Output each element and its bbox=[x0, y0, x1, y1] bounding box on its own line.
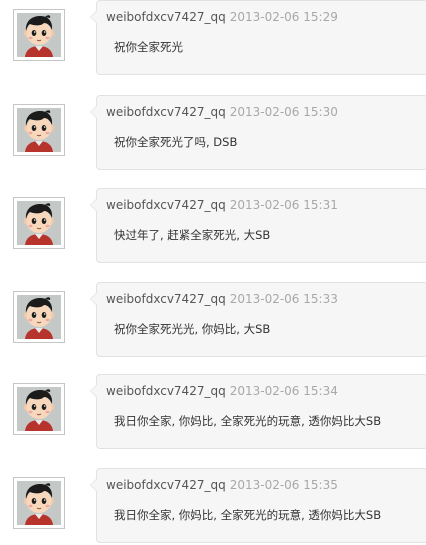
comment-bubble: weibofdxcv7427_qq 2013-02-06 15:35 我日你全家,… bbox=[90, 468, 426, 543]
comment-item: weibofdxcv7427_qq 2013-02-06 15:35 我日你全家,… bbox=[0, 468, 426, 545]
comment-timestamp: 2013-02-06 15:30 bbox=[229, 105, 338, 119]
bubble-arrow bbox=[90, 198, 97, 212]
comment-text: 祝你全家死光光, 你妈比, 大SB bbox=[114, 322, 271, 336]
comment-timestamp: 2013-02-06 15:35 bbox=[229, 478, 338, 492]
comment-bubble: weibofdxcv7427_qq 2013-02-06 15:30 祝你全家死光… bbox=[90, 95, 426, 170]
comment-text: 我日你全家, 你妈比, 全家死光的玩意, 透你妈比大SB bbox=[114, 414, 382, 428]
comment-meta: weibofdxcv7427_qq 2013-02-06 15:31 bbox=[106, 198, 338, 212]
cartoon-boy-avatar-icon bbox=[17, 108, 61, 152]
comment-item: weibofdxcv7427_qq 2013-02-06 15:31 快过年了, … bbox=[0, 188, 426, 268]
username-link[interactable]: weibofdxcv7427_qq bbox=[106, 105, 226, 119]
comment-text: 快过年了, 赶紧全家死光, 大SB bbox=[114, 228, 271, 242]
comment-meta: weibofdxcv7427_qq 2013-02-06 15:34 bbox=[106, 384, 338, 398]
username-link[interactable]: weibofdxcv7427_qq bbox=[106, 478, 226, 492]
comment-meta: weibofdxcv7427_qq 2013-02-06 15:30 bbox=[106, 105, 338, 119]
avatar[interactable] bbox=[13, 197, 65, 249]
comment-bubble: weibofdxcv7427_qq 2013-02-06 15:31 快过年了, … bbox=[90, 188, 426, 263]
avatar[interactable] bbox=[13, 104, 65, 156]
avatar[interactable] bbox=[13, 9, 65, 61]
bubble-arrow bbox=[90, 478, 97, 492]
username-link[interactable]: weibofdxcv7427_qq bbox=[106, 292, 226, 306]
comment-text: 祝你全家死光了吗, DSB bbox=[114, 135, 238, 149]
comment-feed: weibofdxcv7427_qq 2013-02-06 15:29 祝你全家死光… bbox=[0, 0, 426, 545]
username-link[interactable]: weibofdxcv7427_qq bbox=[106, 384, 226, 398]
avatar[interactable] bbox=[13, 477, 65, 529]
cartoon-boy-avatar-icon bbox=[17, 481, 61, 525]
comment-bubble: weibofdxcv7427_qq 2013-02-06 15:33 祝你全家死光… bbox=[90, 282, 426, 357]
bubble-arrow bbox=[90, 292, 97, 306]
comment-timestamp: 2013-02-06 15:31 bbox=[229, 198, 338, 212]
cartoon-boy-avatar-icon bbox=[17, 295, 61, 339]
avatar[interactable] bbox=[13, 291, 65, 343]
comment-item: weibofdxcv7427_qq 2013-02-06 15:34 我日你全家,… bbox=[0, 374, 426, 454]
cartoon-boy-avatar-icon bbox=[17, 387, 61, 431]
username-link[interactable]: weibofdxcv7427_qq bbox=[106, 198, 226, 212]
username-link[interactable]: weibofdxcv7427_qq bbox=[106, 10, 226, 24]
comment-meta: weibofdxcv7427_qq 2013-02-06 15:29 bbox=[106, 10, 338, 24]
comment-text: 祝你全家死光 bbox=[114, 40, 183, 54]
comment-text: 我日你全家, 你妈比, 全家死光的玩意, 透你妈比大SB bbox=[114, 508, 382, 522]
comment-timestamp: 2013-02-06 15:33 bbox=[229, 292, 338, 306]
bubble-arrow bbox=[90, 10, 97, 24]
comment-item: weibofdxcv7427_qq 2013-02-06 15:29 祝你全家死光 bbox=[0, 0, 426, 80]
bubble-arrow bbox=[90, 105, 97, 119]
comment-meta: weibofdxcv7427_qq 2013-02-06 15:33 bbox=[106, 292, 338, 306]
comment-item: weibofdxcv7427_qq 2013-02-06 15:30 祝你全家死光… bbox=[0, 95, 426, 175]
avatar[interactable] bbox=[13, 383, 65, 435]
comment-bubble: weibofdxcv7427_qq 2013-02-06 15:29 祝你全家死光 bbox=[90, 0, 426, 75]
comment-timestamp: 2013-02-06 15:34 bbox=[229, 384, 338, 398]
comment-meta: weibofdxcv7427_qq 2013-02-06 15:35 bbox=[106, 478, 338, 492]
comment-item: weibofdxcv7427_qq 2013-02-06 15:33 祝你全家死光… bbox=[0, 282, 426, 362]
comment-bubble: weibofdxcv7427_qq 2013-02-06 15:34 我日你全家,… bbox=[90, 374, 426, 449]
bubble-arrow bbox=[90, 384, 97, 398]
cartoon-boy-avatar-icon bbox=[17, 201, 61, 245]
comment-timestamp: 2013-02-06 15:29 bbox=[229, 10, 338, 24]
cartoon-boy-avatar-icon bbox=[17, 13, 61, 57]
